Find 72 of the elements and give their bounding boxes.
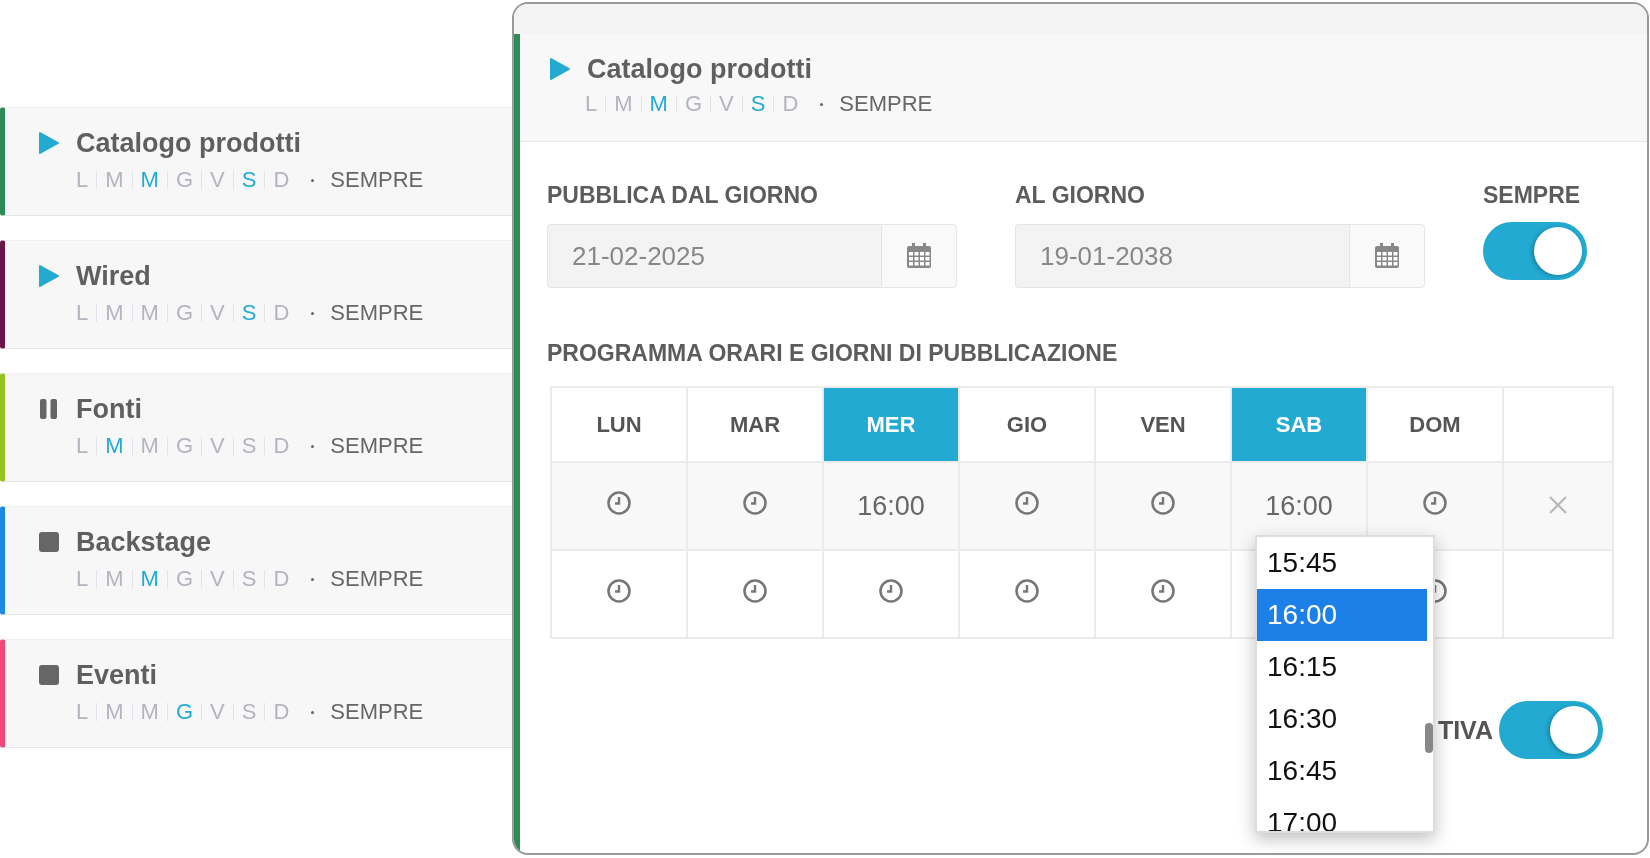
day-column-header[interactable]: LUN [551,387,687,462]
toggle-label: SEMPRE [1483,182,1582,210]
time-option[interactable]: 16:45 [1257,745,1427,797]
schedule-title: Wired [76,260,151,292]
period-label: SEMPRE [330,433,424,459]
schedule-card[interactable]: Eventi L M M G V S D SEMPRE [0,639,512,748]
period-label: SEMPRE [330,566,424,592]
day-letter: M [614,91,633,117]
day-letter: D [782,91,799,117]
schedule-title: Catalogo prodotti [587,53,812,85]
day-letter: D [273,699,290,725]
time-option[interactable]: 16:30 [1257,693,1427,745]
schedule-card[interactable]: Backstage L M M G V S D SEMPRE [0,506,512,615]
period-label: SEMPRE [330,167,424,193]
period-label: SEMPRE [839,91,933,117]
day-letter: G [175,699,194,725]
schedule-title: Backstage [76,526,212,558]
day-letter: G [175,433,194,459]
day-letter: S [241,433,257,459]
schedule-title: Fonti [76,393,142,425]
day-letter: M [105,433,124,459]
day-letter: D [273,433,290,459]
field-label: PUBBLICA DAL GIORNO [547,182,819,210]
day-letter: S [241,300,257,326]
day-letter: L [76,566,89,592]
day-letter: M [105,699,124,725]
day-letter: G [175,566,194,592]
day-letter: D [273,566,290,592]
day-letter: G [684,91,703,117]
day-letter: M [140,566,159,592]
day-letter: M [140,433,159,459]
date-field[interactable]: 19-01-2038 [1015,224,1349,288]
day-letter: S [750,91,766,117]
day-letter: L [76,167,89,193]
schedule-card[interactable]: Wired L M M G V S D SEMPRE [0,240,512,349]
day-letter: L [76,433,89,459]
day-letter: V [210,699,225,725]
day-letter: L [585,91,598,117]
field-label: AL GIORNO [1015,182,1146,210]
day-letter: M [140,167,159,193]
day-letter: M [140,699,159,725]
schedule-card[interactable]: Fonti L M M G V S D SEMPRE [0,373,512,482]
day-letter: V [210,167,225,193]
day-letter: M [140,300,159,326]
time-option[interactable]: 16:15 [1257,641,1427,693]
toggle-label: TIVA [1437,715,1493,745]
day-letter: D [273,300,290,326]
schedule-title: Eventi [76,659,158,691]
section-label: PROGRAMMA ORARI E GIORNI DI PUBBLICAZIONE [547,340,1119,368]
day-letter: S [241,566,257,592]
day-letter: M [105,300,124,326]
day-letter: V [719,91,734,117]
day-letter: V [210,433,225,459]
day-letter: V [210,566,225,592]
day-letter: G [175,167,194,193]
time-cell[interactable]: 16:00 [823,462,959,550]
day-letter: M [649,91,668,117]
schedule-card[interactable]: Catalogo prodotti L M M G V S D SEMPRE [0,107,512,216]
time-option[interactable]: 16:00 [1257,589,1427,641]
day-letter: L [76,300,89,326]
period-label: SEMPRE [330,699,424,725]
day-letter: S [241,167,257,193]
day-letter: L [76,699,89,725]
period-label: SEMPRE [330,300,424,326]
day-letter: M [105,566,124,592]
day-letter: G [175,300,194,326]
schedule-title: Catalogo prodotti [76,127,301,159]
date-field[interactable]: 21-02-2025 [547,224,881,288]
day-letter: V [210,300,225,326]
day-letter: S [241,699,257,725]
day-letter: M [105,167,124,193]
day-letter: D [273,167,290,193]
